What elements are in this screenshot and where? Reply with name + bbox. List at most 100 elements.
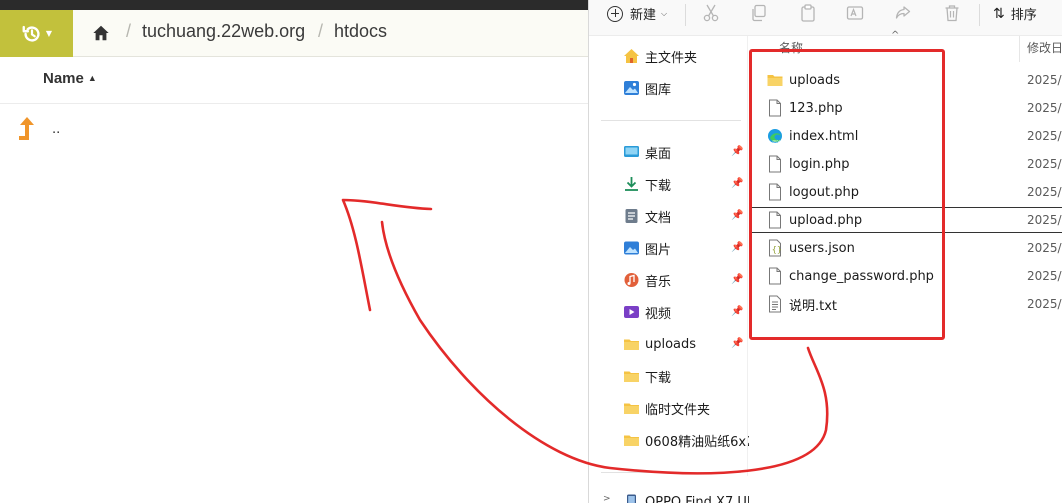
plus-circle-icon [607,5,623,22]
file-name: uploads [789,72,841,88]
nav-item-uploads[interactable]: uploads 📌 [589,330,749,358]
file-row[interactable]: uploads 2025/ [749,67,1062,93]
file-row[interactable]: {} users.json 2025/ [749,235,1062,261]
pin-icon[interactable]: 📌 [731,274,743,285]
nav-item-downloads[interactable]: 下载 📌 [589,170,749,198]
nav-item-label: 音乐 [645,274,672,290]
nav-item-phone[interactable]: > OPPO Find X7 Ultra [589,488,749,503]
nav-item-label: 临时文件夹 [645,402,711,418]
nav-item-label: OPPO Find X7 Ultra [645,494,749,503]
file-modified-date: 2025/ [1027,269,1062,283]
nav-item-label: 视频 [645,306,672,322]
file-name: change_password.php [789,268,934,284]
nav-item-label: 下载 [645,178,672,194]
breadcrumb-separator: / [318,21,324,41]
share-icon[interactable] [894,4,912,22]
pin-icon[interactable]: 📌 [731,146,743,157]
browser-top-strip [0,0,600,10]
copy-icon[interactable] [750,4,768,22]
folder-icon [624,371,639,382]
pin-icon[interactable]: 📌 [731,306,743,317]
file-row[interactable]: logout.php 2025/ [749,179,1062,205]
file-icon [769,267,781,285]
file-row[interactable]: login.php 2025/ [749,151,1062,177]
paste-icon[interactable] [799,4,817,22]
nav-item-gallery[interactable]: 图库 [589,74,749,102]
folder-icon [624,435,639,446]
file-manager-header: ▼ / tuchuang.22web.org / htdocs [0,10,600,57]
nav-item-download-folder[interactable]: 下载 [589,362,749,390]
nav-item-home[interactable]: 主文件夹 [589,42,749,70]
file-name: users.json [789,240,855,256]
chevron-down-icon: ▼ [45,29,53,38]
nav-item-sticker-folder[interactable]: 0608精油贴纸6x2.5 [589,426,749,454]
file-row[interactable]: 123.php 2025/ [749,95,1062,121]
file-row[interactable]: upload.php 2025/ [749,207,1062,233]
nav-item-label: 下载 [645,370,672,386]
column-divider[interactable] [1019,36,1020,62]
new-button[interactable]: 新建 ⌵ [607,4,667,23]
text-file-icon [769,295,781,313]
nav-item-pictures[interactable]: 图片 📌 [589,234,749,262]
cut-icon[interactable] [702,4,720,22]
name-column-label: Name [43,70,84,87]
nav-item-documents[interactable]: 文档 📌 [589,202,749,230]
delete-icon[interactable] [943,4,961,22]
nav-item-temp-folder[interactable]: 临时文件夹 [589,394,749,422]
home-icon[interactable] [92,24,110,42]
modified-column-header[interactable]: 修改日 [1027,39,1062,56]
rename-icon[interactable] [846,4,864,22]
file-row[interactable]: change_password.php 2025/ [749,263,1062,289]
sort-ascending-icon: ▲ [87,73,97,83]
file-icon [769,183,781,201]
file-icon [769,211,781,229]
file-list-header: 名称 ^ 修改日 [749,30,1062,62]
file-name: 123.php [789,100,843,116]
level-up-icon [19,117,34,140]
pin-icon[interactable]: 📌 [731,242,743,253]
file-name: index.html [789,128,859,144]
nav-divider [601,472,741,473]
sort-button[interactable]: ⇅ 排序 [993,4,1037,24]
nav-item-label: 主文件夹 [645,50,698,66]
pin-icon[interactable]: 📌 [731,338,743,349]
name-column-header[interactable]: Name ▲ [43,70,97,87]
chevron-right-icon[interactable]: > [603,494,611,503]
new-button-label: 新建 [630,8,657,23]
file-modified-date: 2025/ [1027,241,1062,255]
pin-icon[interactable]: 📌 [731,178,743,189]
breadcrumb-separator: / [126,21,132,41]
navigation-pane: 主文件夹 图库 桌面 📌 下载 📌 文档 📌 图片 📌 音乐 📌 视频 📌 up… [589,36,749,503]
name-column-header[interactable]: 名称 [779,39,803,56]
chevron-down-icon: ⌵ [661,8,668,18]
file-modified-date: 2025/ [1027,73,1062,87]
document-icon [625,209,638,223]
file-modified-date: 2025/ [1027,101,1062,115]
nav-item-label: 图片 [645,242,672,258]
nav-item-desktop[interactable]: 桌面 📌 [589,138,749,166]
breadcrumb-folder[interactable]: htdocs [334,21,387,42]
file-modified-date: 2025/ [1027,129,1062,143]
parent-directory-label: .. [52,119,61,137]
video-icon [624,306,639,318]
file-row[interactable]: DEV index.html 2025/ [749,123,1062,149]
file-modified-date: 2025/ [1027,185,1062,199]
nav-item-music[interactable]: 音乐 📌 [589,266,749,294]
nav-item-label: uploads [645,336,697,352]
nav-item-label: 桌面 [645,146,672,162]
sort-button-label: 排序 [1010,8,1037,23]
nav-divider [601,120,741,121]
file-icon [769,99,781,117]
nav-item-videos[interactable]: 视频 📌 [589,298,749,326]
breadcrumb-host[interactable]: tuchuang.22web.org [142,21,305,42]
nav-item-label: 图库 [645,82,672,98]
nav-item-label: 0608精油贴纸6x2.5 [645,434,749,450]
phone-icon [627,494,636,503]
app-menu-button[interactable]: ▼ [0,10,73,57]
desktop-icon [624,146,639,157]
parent-directory-row[interactable]: .. [17,116,60,140]
navigation-scrollbar[interactable] [747,36,748,476]
file-explorer-window: 新建 ⌵ ⇅ 排序 主文件夹 图库 桌面 📌 下载 📌 文档 📌 图片 📌 音乐… [588,0,1062,503]
pin-icon[interactable]: 📌 [731,210,743,221]
file-row[interactable]: 说明.txt 2025/ [749,291,1062,317]
